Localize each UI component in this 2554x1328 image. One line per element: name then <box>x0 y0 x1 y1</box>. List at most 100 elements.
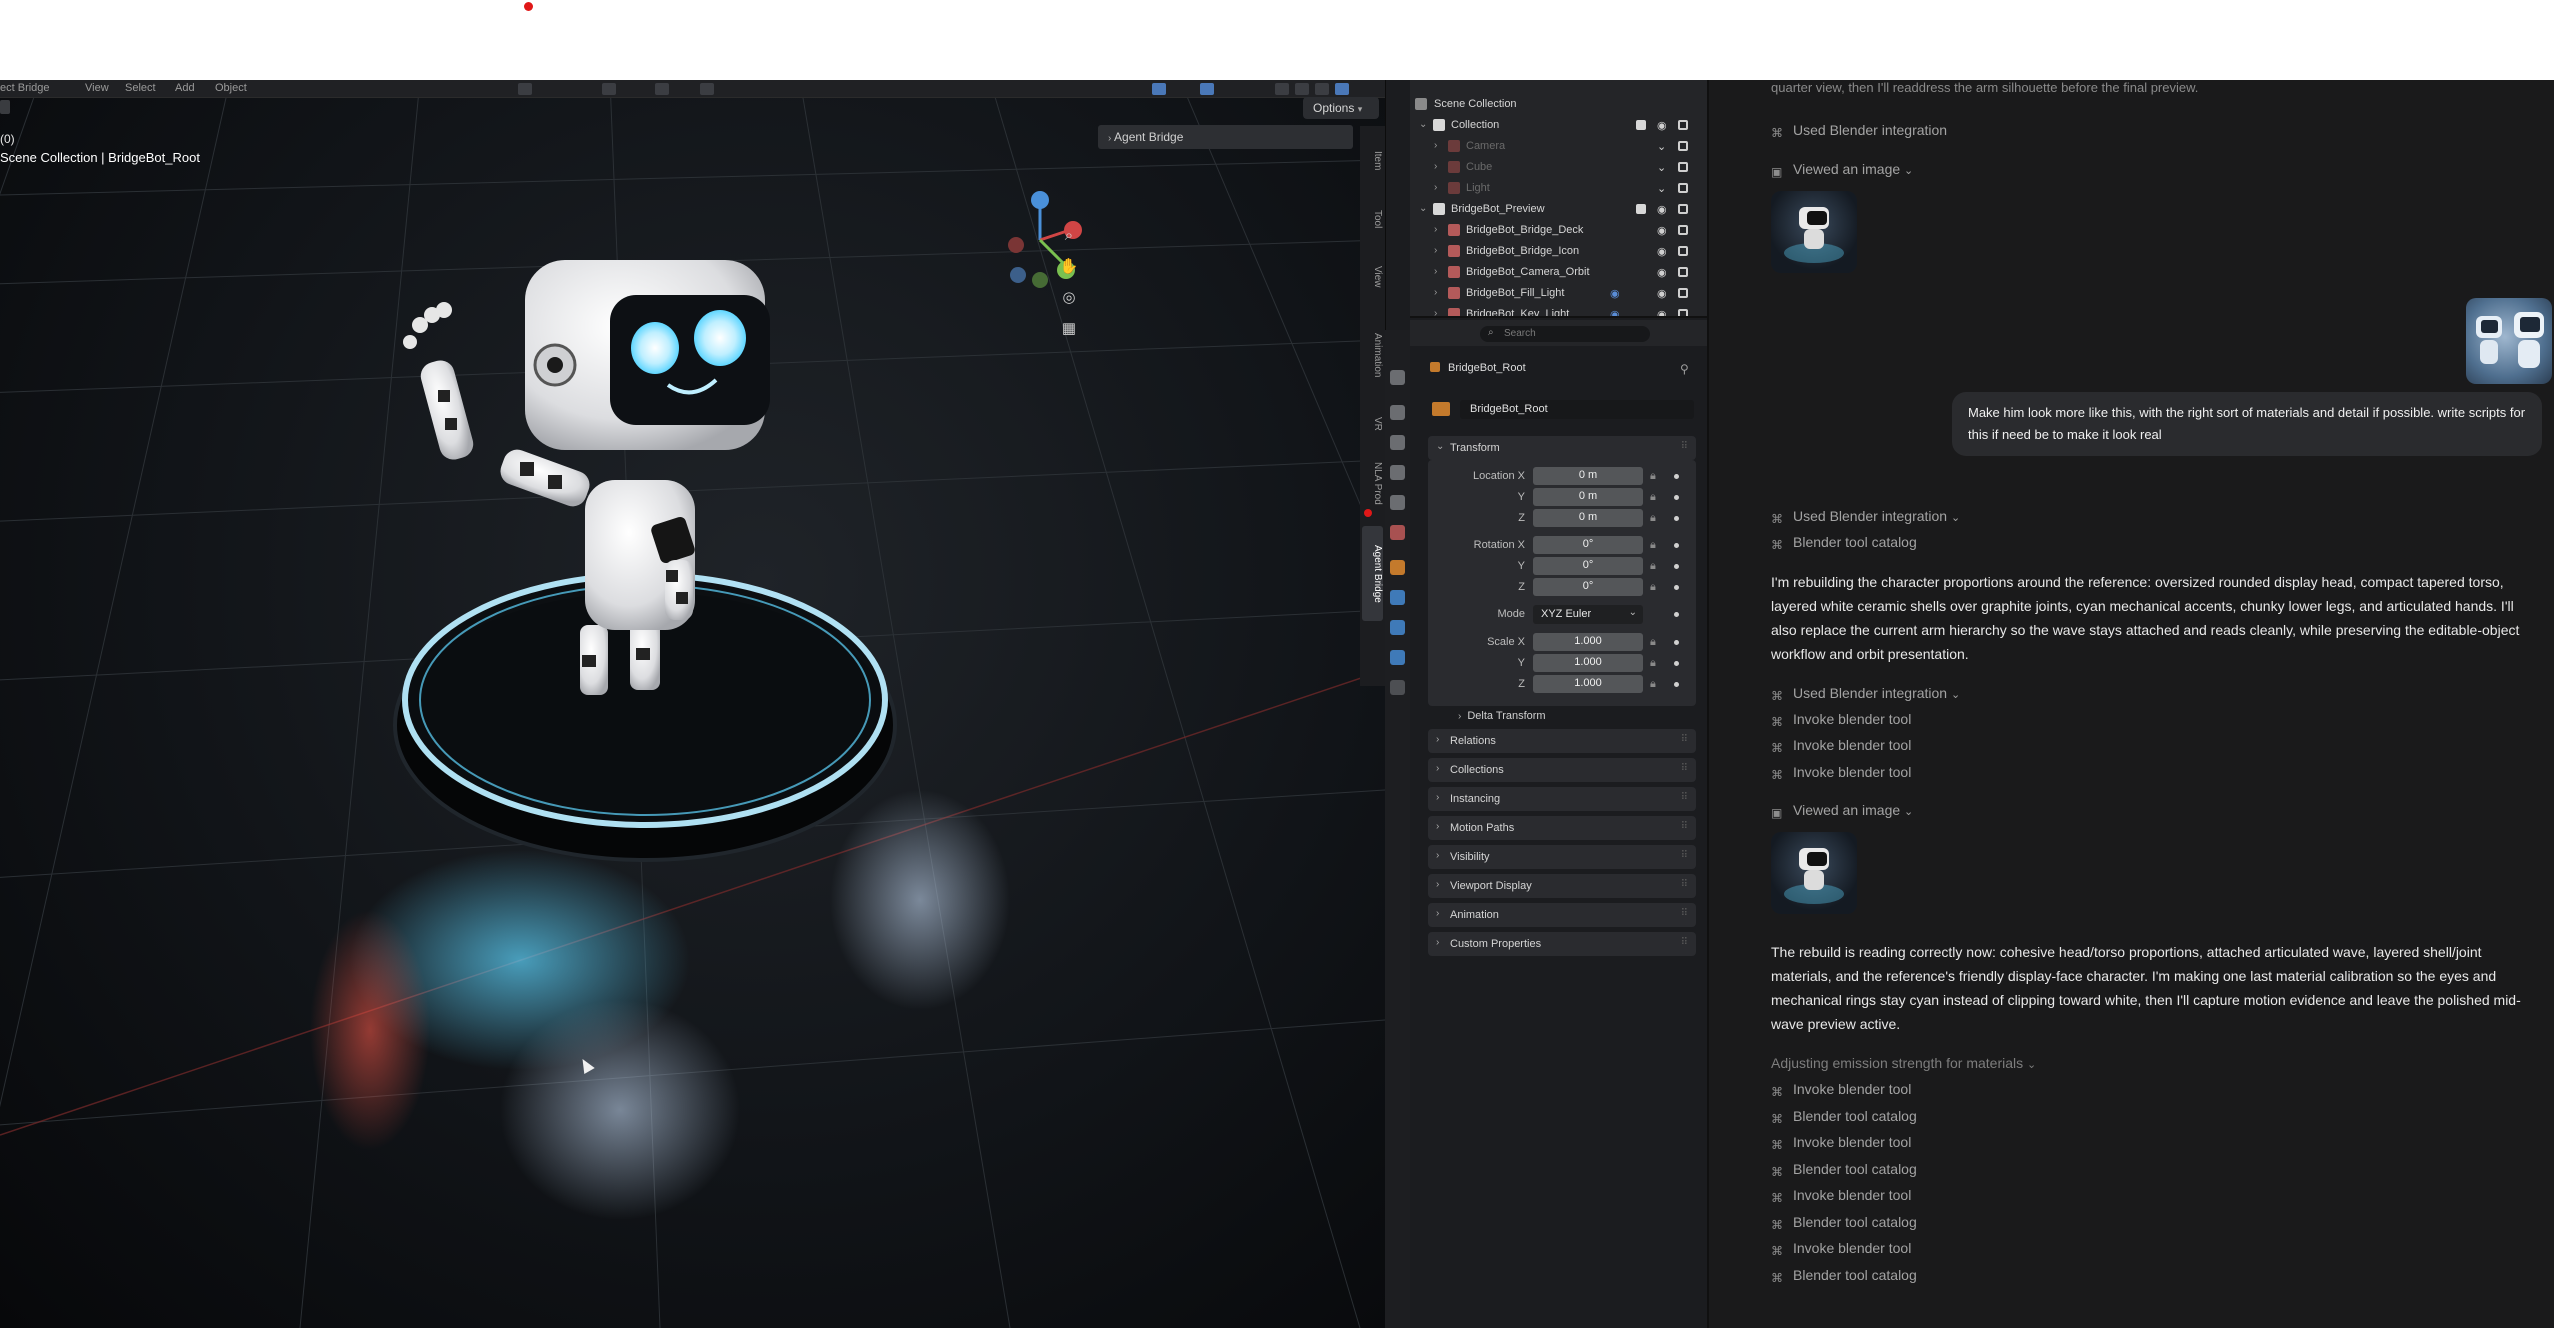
menu-view[interactable]: View <box>85 82 109 94</box>
object-tab-icon[interactable] <box>1390 560 1405 575</box>
ortho-grid-icon[interactable]: ▦ <box>1058 318 1080 340</box>
tool-call-row[interactable]: ⌘ Invoke blender tool <box>1771 1134 1911 1152</box>
keyframe-dot-icon[interactable] <box>1674 564 1679 569</box>
scene-tab-icon[interactable] <box>1390 495 1405 510</box>
outliner-row[interactable]: › BridgeBot_Bridge_Icon ◉ <box>1410 241 1707 262</box>
tool-call-row[interactable]: ⌘ Used Blender integration <box>1771 122 1947 140</box>
eye-icon[interactable]: ◉ <box>1657 287 1667 300</box>
camera-render-icon[interactable] <box>1678 183 1688 193</box>
eye-icon[interactable]: ◉ <box>1657 266 1667 279</box>
physics-tab-icon[interactable] <box>1390 620 1405 635</box>
section-animation[interactable]: › Animation ⠿ <box>1428 903 1696 927</box>
chevron-right-icon[interactable]: › <box>1434 287 1437 298</box>
outliner-row[interactable]: › Light ⌄ <box>1410 178 1707 199</box>
keyframe-dot-icon[interactable] <box>1674 682 1679 687</box>
output-tab-icon[interactable] <box>1390 435 1405 450</box>
chevron-right-icon[interactable]: › <box>1434 245 1437 256</box>
exclude-checkbox[interactable] <box>1636 204 1646 214</box>
chevron-right-icon[interactable]: › <box>1434 308 1437 316</box>
section-visibility[interactable]: › Visibility ⠿ <box>1428 845 1696 869</box>
outliner-row[interactable]: › BridgeBot_Fill_Light ◉ ◉ <box>1410 283 1707 304</box>
pan-hand-icon[interactable]: ✋ <box>1058 256 1080 278</box>
reference-image-thumbnail[interactable] <box>2466 298 2552 384</box>
scale-z-field[interactable]: 1.000 <box>1533 675 1643 693</box>
eye-icon[interactable]: ◉ <box>1657 224 1667 237</box>
keyframe-dot-icon[interactable] <box>1674 495 1679 500</box>
transform-panel-header[interactable]: ⌄ Transform ⠿ <box>1428 436 1696 460</box>
snap-icon[interactable] <box>655 83 669 95</box>
tab-tool[interactable]: Tool <box>1362 194 1383 244</box>
menu-editor[interactable]: ect Bridge <box>0 82 50 94</box>
keyframe-dot-icon[interactable] <box>1674 543 1679 548</box>
viewed-image-row[interactable]: ▣ Viewed an image ⌄ <box>1771 802 1913 820</box>
chevron-right-icon[interactable]: › <box>1434 182 1437 193</box>
delta-transform-subpanel[interactable]: › Delta Transform <box>1458 710 1546 722</box>
keyframe-dot-icon[interactable] <box>1674 612 1679 617</box>
drag-handle-icon[interactable]: ⠿ <box>1681 792 1688 803</box>
drag-handle-icon[interactable]: ⠿ <box>1681 879 1688 890</box>
lock-icon[interactable]: 🔒︎ <box>1650 636 1656 649</box>
lock-icon[interactable]: 🔒︎ <box>1650 678 1656 691</box>
zoom-icon[interactable]: ⌕ <box>1058 225 1080 247</box>
tab-item[interactable]: Item <box>1362 136 1383 186</box>
robot-preview-thumbnail[interactable] <box>1771 191 1857 273</box>
tab-nla-prod[interactable]: NLA Prod <box>1362 448 1383 518</box>
drag-handle-icon[interactable]: ⠿ <box>1681 734 1688 745</box>
chevron-right-icon[interactable]: › <box>1434 224 1437 235</box>
lock-icon[interactable]: 🔒︎ <box>1650 470 1656 483</box>
tool-call-row[interactable]: ⌘ Invoke blender tool <box>1771 711 1911 729</box>
menu-object[interactable]: Object <box>215 82 247 94</box>
camera-render-icon[interactable] <box>1678 141 1688 151</box>
menu-select[interactable]: Select <box>125 82 156 94</box>
object-type-icon[interactable] <box>1432 402 1450 416</box>
tool-call-row[interactable]: ⌘ Blender tool catalog <box>1771 1267 1917 1285</box>
location-x-field[interactable]: 0 m <box>1533 467 1643 485</box>
status-line[interactable]: Adjusting emission strength for material… <box>1771 1055 2036 1071</box>
tool-call-row[interactable]: ⌘ Used Blender integration ⌄ <box>1771 508 1960 526</box>
outliner[interactable]: Scene Collection ⌄ Collection ◉ › Camera ⌄ › Cu… <box>1410 80 1707 318</box>
camera-render-icon[interactable] <box>1678 267 1688 277</box>
tool-tab-icon[interactable] <box>1390 370 1405 385</box>
outliner-row[interactable]: › Camera ⌄ <box>1410 136 1707 157</box>
lock-icon[interactable]: 🔒︎ <box>1650 657 1656 670</box>
tab-vr[interactable]: VR <box>1362 408 1383 440</box>
scale-x-field[interactable]: 1.000 <box>1533 633 1643 651</box>
robot-preview-thumbnail[interactable] <box>1771 832 1857 914</box>
tab-agent-bridge[interactable]: Agent Bridge <box>1362 526 1383 621</box>
transform-orientation-icon[interactable] <box>518 83 532 95</box>
light-data-icon[interactable]: ◉ <box>1610 308 1620 316</box>
camera-render-icon[interactable] <box>1678 246 1688 256</box>
outliner-row[interactable]: › BridgeBot_Key_Light ◉ ◉ <box>1410 304 1707 316</box>
lock-icon[interactable]: 🔒︎ <box>1650 581 1656 594</box>
render-tab-icon[interactable] <box>1390 405 1405 420</box>
drag-handle-icon[interactable]: ⠿ <box>1681 850 1688 861</box>
pin-icon[interactable]: ⚲ <box>1680 362 1689 376</box>
keyframe-dot-icon[interactable] <box>1674 640 1679 645</box>
location-z-field[interactable]: 0 m <box>1533 509 1643 527</box>
light-data-icon[interactable]: ◉ <box>1610 287 1620 300</box>
camera-render-icon[interactable] <box>1678 288 1688 298</box>
lock-icon[interactable]: 🔒︎ <box>1650 512 1656 525</box>
outliner-row[interactable]: › BridgeBot_Camera_Orbit ◉ <box>1410 262 1707 283</box>
options-button[interactable]: Options ▾ <box>1303 97 1379 119</box>
tool-call-row[interactable]: ⌘ Blender tool catalog <box>1771 534 1917 552</box>
location-y-field[interactable]: 0 m <box>1533 488 1643 506</box>
eye-icon[interactable]: ◉ <box>1657 119 1667 132</box>
view-mode-chip[interactable] <box>0 100 10 114</box>
lock-icon[interactable]: 🔒︎ <box>1650 491 1656 504</box>
3d-viewport[interactable]: ect Bridge View Select Add Object (0) Sc… <box>0 80 1385 1328</box>
chevron-down-icon[interactable]: ⌄ <box>1419 203 1427 214</box>
section-instancing[interactable]: › Instancing ⠿ <box>1428 787 1696 811</box>
tool-call-row[interactable]: ⌘ Invoke blender tool <box>1771 737 1911 755</box>
tool-call-row[interactable]: ⌘ Blender tool catalog <box>1771 1161 1917 1179</box>
exclude-checkbox[interactable] <box>1636 120 1646 130</box>
viewed-image-row[interactable]: ▣ Viewed an image ⌄ <box>1771 161 1913 179</box>
camera-render-icon[interactable] <box>1678 120 1688 130</box>
eye-icon[interactable]: ◉ <box>1657 203 1667 216</box>
proportional-edit-icon[interactable] <box>700 83 714 95</box>
drag-handle-icon[interactable]: ⠿ <box>1681 908 1688 919</box>
section-custom-properties[interactable]: › Custom Properties ⠿ <box>1428 932 1696 956</box>
eye-closed-icon[interactable]: ⌄ <box>1657 182 1666 195</box>
lock-icon[interactable]: 🔒︎ <box>1650 539 1656 552</box>
modifier-tab-icon[interactable] <box>1390 590 1405 605</box>
